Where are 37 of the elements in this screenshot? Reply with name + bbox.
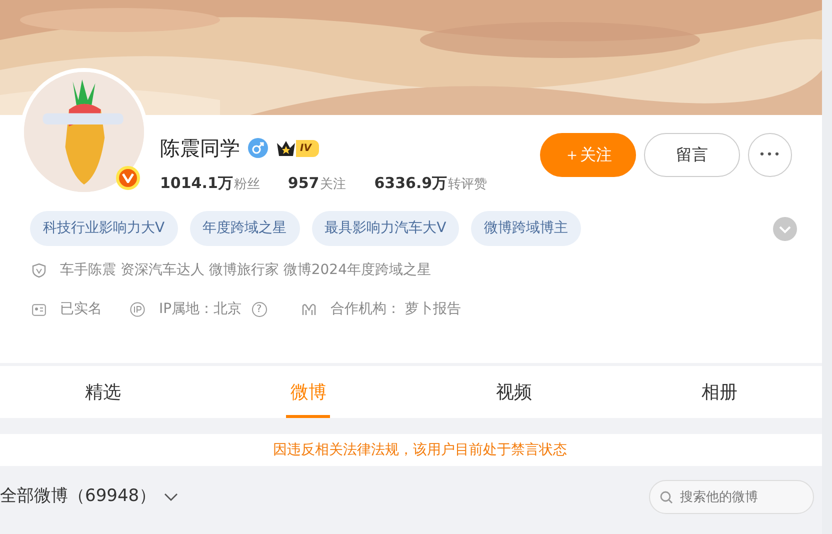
stat-label: 关注 [320, 177, 346, 192]
tag[interactable]: 科技行业影响力大V [30, 211, 178, 246]
id-card-icon [32, 304, 46, 316]
shield-icon [32, 263, 46, 278]
stat-value: 1014.1万 [160, 174, 233, 192]
tag[interactable]: 最具影响力汽车大V [312, 211, 460, 246]
male-icon [248, 138, 268, 158]
caret-icon [164, 492, 178, 502]
stat-value: 957 [288, 174, 320, 192]
stat-value: 6336.9万 [374, 174, 448, 192]
stat-label: 转评赞 [448, 177, 488, 192]
user-name: 陈震同学 [160, 135, 240, 162]
org-icon [300, 302, 317, 317]
message-button[interactable]: 留言 [644, 133, 740, 177]
filter-dropdown[interactable]: 全部微博（69948） [0, 484, 178, 510]
tab[interactable]: 视频 [411, 366, 616, 418]
ip-icon [130, 302, 145, 317]
search-field[interactable]: 搜索他的微博 [649, 480, 814, 514]
tag[interactable]: 年度跨域之星 [190, 211, 300, 246]
notice-text: 因违反相关法律法规，该用户目前处于禁言状态 [273, 440, 567, 460]
v-icon [122, 173, 134, 183]
help-icon[interactable]: ? [252, 302, 267, 317]
tag[interactable]: 微博跨域博主 [471, 211, 582, 246]
stat-label: 粉丝 [234, 177, 260, 192]
tab[interactable]: 微博 [206, 366, 411, 418]
crown-icon [276, 139, 296, 157]
verification-text: 车手陈震 资深汽车达人 微博旅行家 微博2024年度跨域之星 [60, 261, 431, 280]
search-icon [660, 491, 673, 504]
info-text: IP属地：北京 [159, 300, 242, 319]
info-text: 合作机构： 萝卜报告 [330, 300, 462, 319]
scrollbar[interactable] [822, 0, 832, 534]
tab[interactable]: 相册 [616, 366, 822, 418]
more-button[interactable]: ••• [748, 133, 792, 177]
info-text: 已实名 [60, 300, 102, 319]
tab[interactable]: 精选 [0, 366, 206, 418]
expand-icon[interactable] [773, 216, 797, 241]
follow-button[interactable]: ＋关注 [540, 133, 636, 177]
